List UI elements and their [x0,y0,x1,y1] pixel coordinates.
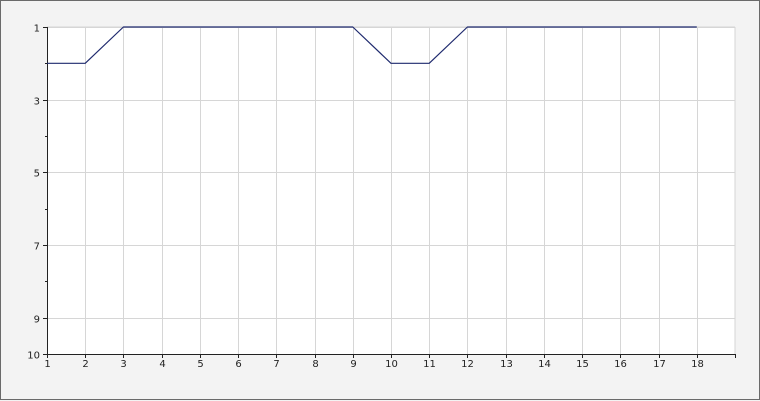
x-tick-label: 13 [500,359,513,370]
x-tick-label: 7 [273,359,279,370]
x-tick-label: 4 [159,359,165,370]
x-tick-label: 11 [423,359,436,370]
x-tick-label: 3 [120,359,126,370]
x-tick-label: 12 [461,359,474,370]
x-tick-label: 2 [82,359,88,370]
y-tick-label: 5 [34,169,40,180]
chart-frame: 1 2 3 4 5 6 7 8 9 10 11 12 13 14 15 16 17 18 1 3 5 7 9 10 [0,0,760,400]
x-tick-label: 15 [576,359,589,370]
x-tick-label: 18 [691,359,704,370]
y-tick-label: 1 [34,24,40,35]
x-tick-label: 8 [312,359,318,370]
x-tick-label: 1 [44,359,50,370]
x-tick-label: 10 [385,359,398,370]
x-tick-label: 16 [614,359,627,370]
x-tick-label: 17 [653,359,666,370]
x-tick-label: 9 [350,359,356,370]
y-tick-label: 9 [34,315,40,326]
y-tick-label: 7 [34,242,40,253]
y-tick-label: 10 [27,351,40,362]
line-chart: 1 2 3 4 5 6 7 8 9 10 11 12 13 14 15 16 17 181357910 [27,24,736,370]
x-tick-label: 5 [197,359,203,370]
x-tick-label: 14 [538,359,551,370]
x-tick-label: 6 [235,359,241,370]
y-tick-label: 3 [34,97,40,108]
